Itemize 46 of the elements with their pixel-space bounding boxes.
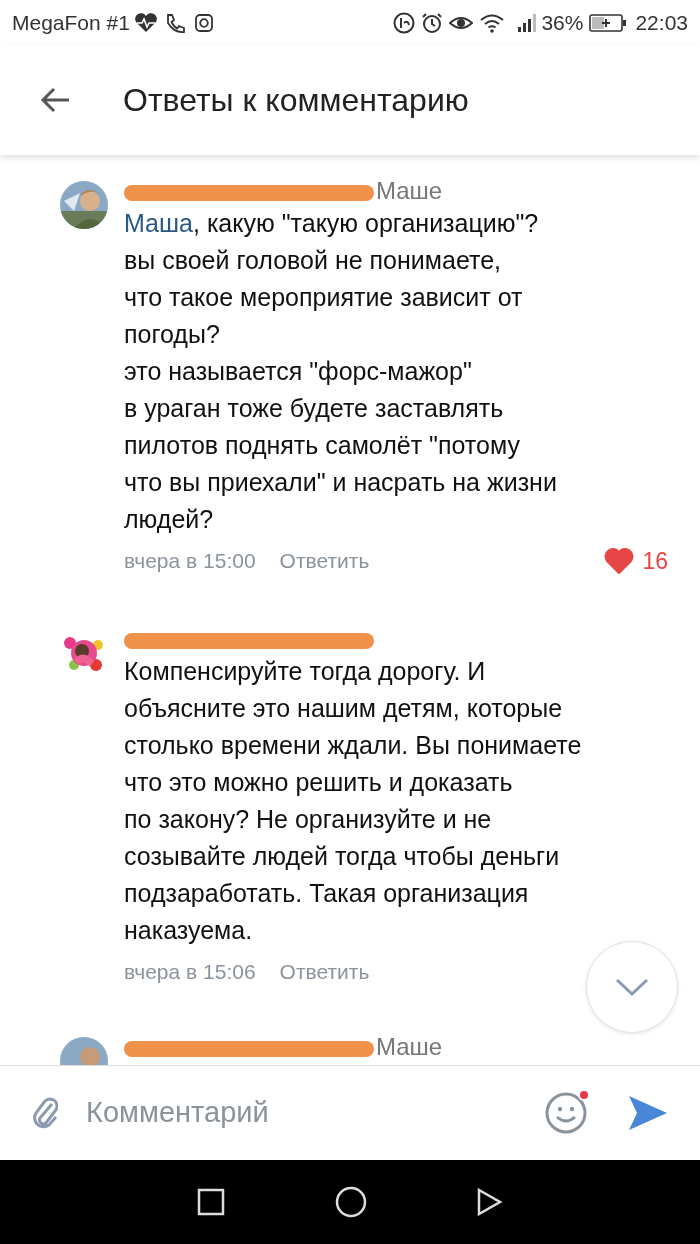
reply-link[interactable]: Ответить	[279, 956, 370, 988]
comment-text: людей?	[124, 505, 214, 533]
send-button[interactable]	[628, 1093, 668, 1133]
comment-text: вы своей головой не понимаете,	[124, 246, 501, 274]
comment-text: что такое мероприятие зависит от	[124, 283, 523, 311]
reply-link[interactable]: Ответить	[279, 545, 370, 577]
comment-text: подзаработать. Такая организация	[124, 879, 529, 907]
comment-text: что это можно решить и доказать	[124, 768, 513, 796]
heart-pulse-icon	[133, 11, 158, 34]
screen-title: Ответы к комментарию	[123, 81, 469, 120]
back-nav-icon[interactable]	[477, 1188, 503, 1216]
heart-icon	[604, 548, 635, 574]
mention-link[interactable]: Маша	[124, 209, 193, 237]
alarm-icon	[421, 11, 444, 34]
battery-percent: 36%	[541, 9, 584, 36]
home-nav-icon[interactable]	[335, 1186, 367, 1218]
comment-text: , какую "такую организацию"?	[193, 209, 539, 237]
wifi-icon	[479, 12, 506, 33]
comment-field[interactable]: Комментарий	[86, 1091, 544, 1135]
send-icon	[628, 1093, 668, 1133]
comment-text: Компенсируйте тогда дорогу. И	[124, 657, 486, 685]
comment-text: что вы приехали" и насрать на жизни	[124, 468, 557, 496]
data-saver-icon	[393, 11, 416, 34]
clock: 22:03	[635, 9, 688, 36]
comment-text: погоды?	[124, 320, 220, 348]
back-arrow-icon	[39, 86, 71, 114]
comment-text: это называется "форс-мажор"	[124, 357, 472, 385]
battery-icon	[589, 12, 628, 33]
comment-text: по закону? Не организуйте и не	[124, 805, 492, 833]
recents-nav-icon[interactable]	[197, 1188, 225, 1216]
comment-time: вчера в 15:00	[124, 548, 256, 575]
comment-text: объясните это нашим детям, которые	[124, 694, 563, 722]
reply-to-name: Маше	[376, 1032, 443, 1062]
carrier-name: MegaFon #1	[12, 9, 130, 36]
comment-text: в ураган тоже будете заставлять	[124, 394, 504, 422]
reply-to-name: Маше	[376, 176, 443, 206]
chevron-down-icon	[614, 977, 650, 997]
comment-text: пилотов поднять самолёт "потому	[124, 431, 520, 459]
comment-time: вчера в 15:06	[124, 959, 256, 986]
like-button[interactable]: 16	[604, 543, 668, 579]
smiley-icon	[544, 1091, 588, 1135]
emoji-button[interactable]	[544, 1091, 588, 1135]
camera-icon	[193, 12, 214, 33]
comment-text: созывайте людей тогда чтобы деньги	[124, 842, 560, 870]
comment-text: наказуема.	[124, 916, 253, 944]
comment-text: столько времени ждали. Вы понимаете	[124, 731, 582, 759]
